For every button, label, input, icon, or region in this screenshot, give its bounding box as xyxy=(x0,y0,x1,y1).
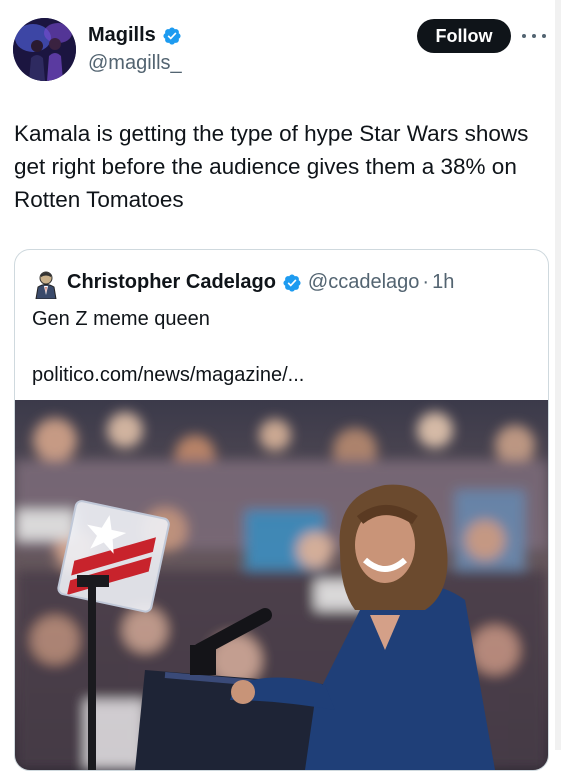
quoted-author-handle[interactable]: @ccadelago xyxy=(308,271,419,294)
verified-badge-icon xyxy=(163,26,181,45)
follow-button[interactable]: Follow xyxy=(417,19,511,53)
author-avatar[interactable] xyxy=(13,18,76,81)
author-handle[interactable]: @magills_ xyxy=(88,52,182,75)
quoted-author-avatar[interactable] xyxy=(33,269,59,299)
more-dot xyxy=(532,34,536,38)
separator-dot: · xyxy=(422,271,430,293)
author-display-name[interactable]: Magills xyxy=(88,24,156,47)
author-name-row: Magills xyxy=(88,24,182,47)
more-options-icon[interactable] xyxy=(522,27,546,45)
quoted-timestamp[interactable]: 1h xyxy=(432,271,454,294)
quoted-tweet-link[interactable]: politico.com/news/magazine/... xyxy=(32,364,304,387)
quoted-tweet-photo[interactable] xyxy=(15,400,548,770)
verified-badge-icon xyxy=(283,273,301,292)
quoted-tweet-card[interactable]: Christopher Cadelago @ccadelago · 1h Gen… xyxy=(14,249,549,771)
rally-photo-image xyxy=(15,400,548,770)
avatar-image xyxy=(13,18,76,81)
quoted-tweet-text: Gen Z meme queen xyxy=(32,308,210,330)
window-edge xyxy=(555,0,561,750)
quoted-author-name[interactable]: Christopher Cadelago xyxy=(67,271,276,294)
more-dot xyxy=(522,34,526,38)
tweet-text: Kamala is getting the type of hype Star … xyxy=(14,121,529,212)
more-dot xyxy=(542,34,546,38)
quoted-author-row: Christopher Cadelago @ccadelago · 1h xyxy=(67,271,454,294)
